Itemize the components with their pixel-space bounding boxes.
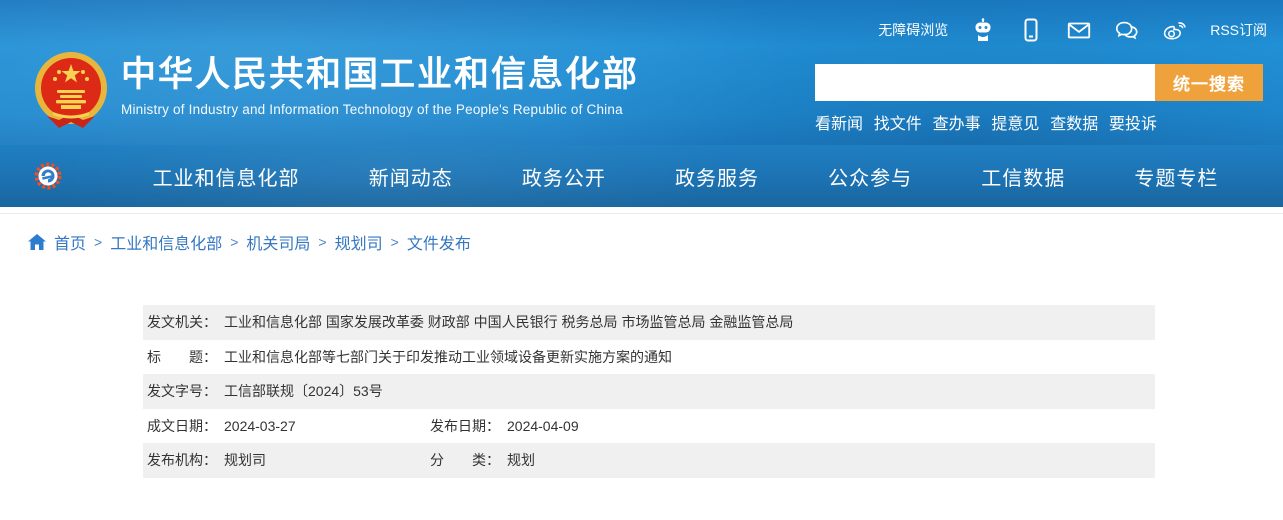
quick-link-files[interactable]: 找文件 [874,110,922,134]
quick-link-services[interactable]: 查办事 [933,110,981,134]
meta-row-title: 标 题： 工业和信息化部等七部门关于印发推动工业领域设备更新实施方案的通知 [143,340,1155,375]
mobile-icon[interactable] [1018,17,1044,43]
quick-link-news[interactable]: 看新闻 [815,110,863,134]
meta-value: 工业和信息化部 国家发展改革委 财政部 中国人民银行 税务总局 市场监管总局 金… [224,312,793,332]
meta-value: 规划司 [224,450,266,470]
nav-item-special[interactable]: 专题专栏 [1134,162,1218,191]
unified-search-button[interactable]: 统一搜索 [1155,64,1263,101]
quick-link-data[interactable]: 查数据 [1050,110,1098,134]
nav-list: 工业和信息化部 新闻动态 政务公开 政务服务 公众参与 工信数据 专题专栏 [63,162,1283,191]
meta-value: 工信部联规〔2024〕53号 [224,381,383,401]
breadcrumb-separator: > [94,234,102,250]
document-metadata-table: 发文机关： 工业和信息化部 国家发展改革委 财政部 中国人民银行 税务总局 市场… [143,305,1155,478]
breadcrumb-miit[interactable]: 工业和信息化部 [110,230,222,254]
utility-topbar: 无障碍浏览 [878,14,1267,46]
meta-label: 标 题： [147,347,217,367]
meta-value: 规划 [507,450,535,470]
quick-link-complaint[interactable]: 要投诉 [1109,110,1157,134]
national-emblem-logo [33,50,109,132]
breadcrumb-departments[interactable]: 机关司局 [246,230,310,254]
meta-label: 发文机关： [147,312,217,332]
meta-label: 分 类： [430,450,500,470]
nav-item-data[interactable]: 工信数据 [981,162,1065,191]
site-subtitle: Ministry of Industry and Information Tec… [121,102,639,117]
nav-item-gov-services[interactable]: 政务服务 [675,162,759,191]
robot-icon[interactable] [970,17,996,43]
meta-row-publisher-category: 发布机构： 规划司 分 类： 规划 [143,443,1155,478]
home-icon[interactable] [28,234,46,250]
nav-item-news[interactable]: 新闻动态 [369,162,453,191]
breadcrumb-home[interactable]: 首页 [54,230,86,254]
meta-value: 工业和信息化部等七部门关于印发推动工业领域设备更新实施方案的通知 [224,347,672,367]
meta-row-document-number: 发文字号： 工信部联规〔2024〕53号 [143,374,1155,409]
meta-label: 成文日期： [147,416,217,436]
meta-label: 发文字号： [147,381,217,401]
nav-item-miit[interactable]: 工业和信息化部 [153,162,300,191]
weibo-icon[interactable] [1162,17,1188,43]
quick-links: 看新闻 找文件 查办事 提意见 查数据 要投诉 [815,110,1157,134]
breadcrumb: 首页 > 工业和信息化部 > 机关司局 > 规划司 > 文件发布 [0,214,1283,254]
header-underline [0,207,1283,214]
main-navigation: 工业和信息化部 新闻动态 政务公开 政务服务 公众参与 工信数据 专题专栏 [0,145,1283,207]
breadcrumb-separator: > [391,234,399,250]
quick-link-suggest[interactable]: 提意见 [991,110,1039,134]
search-input[interactable] [815,64,1155,101]
meta-label: 发布日期： [430,416,500,436]
meta-value: 2024-04-09 [507,418,579,434]
nav-item-gov-affairs[interactable]: 政务公开 [522,162,606,191]
site-header: 无障碍浏览 [0,0,1283,207]
breadcrumb-separator: > [318,234,326,250]
meta-label: 发布机构： [147,450,217,470]
wechat-icon[interactable] [1114,17,1140,43]
breadcrumb-document-release[interactable]: 文件发布 [407,230,471,254]
meta-value: 2024-03-27 [224,418,296,434]
meta-row-dates: 成文日期： 2024-03-27 发布日期： 2024-04-09 [143,409,1155,444]
meta-row-issuing-agency: 发文机关： 工业和信息化部 国家发展改革委 财政部 中国人民银行 税务总局 市场… [143,305,1155,340]
rss-link[interactable]: RSS订阅 [1210,20,1267,40]
breadcrumb-separator: > [230,234,238,250]
breadcrumb-planning-dept[interactable]: 规划司 [335,230,383,254]
mail-icon[interactable] [1066,17,1092,43]
search-area: 统一搜索 看新闻 找文件 查办事 提意见 查数据 要投诉 [815,64,1263,134]
site-title: 中华人民共和国工业和信息化部 [121,56,639,95]
brand: 中华人民共和国工业和信息化部 Ministry of Industry and … [33,50,639,132]
nav-item-participation[interactable]: 公众参与 [828,162,912,191]
gov-e-logo [33,161,63,191]
accessibility-link[interactable]: 无障碍浏览 [878,20,948,40]
